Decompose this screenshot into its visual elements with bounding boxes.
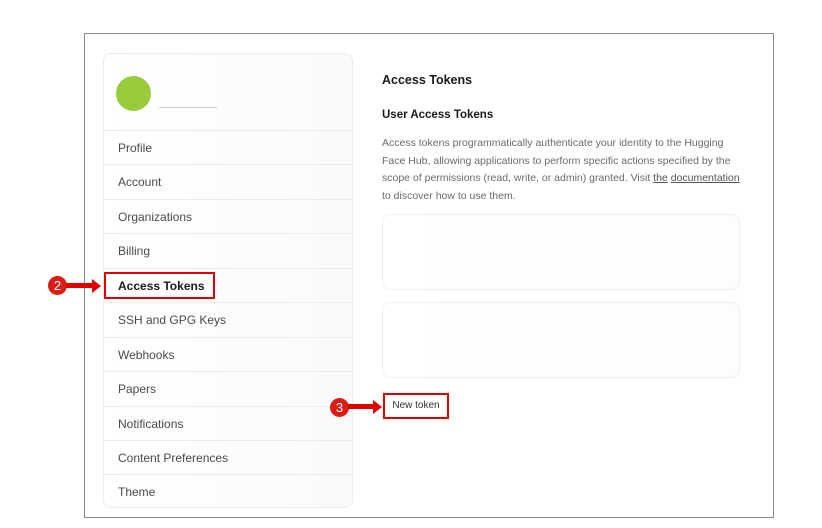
step-3-arrowhead [373,400,382,414]
sidebar-item-profile[interactable]: Profile [104,130,352,164]
token-card [382,214,740,290]
description-tail: to discover how to use them. [382,189,516,202]
step-3-arrow [348,404,374,409]
sidebar-item-account[interactable]: Account [104,164,352,198]
step-2-arrow [66,283,93,288]
sidebar-item-notifications[interactable]: Notifications [104,406,352,440]
sidebar-item-theme[interactable]: Theme [104,474,352,507]
docs-link-documentation[interactable]: documentation [671,172,740,184]
token-card [382,302,740,378]
access-tokens-highlight [104,272,215,299]
tokens-description: Access tokens programmatically authentic… [382,135,742,205]
avatar[interactable] [116,76,151,111]
sidebar-item-papers[interactable]: Papers [104,371,352,405]
username-placeholder [159,107,217,108]
step-2-arrowhead [92,279,101,293]
sidebar-item-organizations[interactable]: Organizations [104,199,352,233]
docs-link-the[interactable]: the [653,172,668,184]
sidebar-item-webhooks[interactable]: Webhooks [104,337,352,371]
step-2-marker: 2 [48,276,67,295]
profile-header [104,54,352,130]
sidebar-item-content-preferences[interactable]: Content Preferences [104,440,352,474]
sidebar-item-ssh-gpg-keys[interactable]: SSH and GPG Keys [104,302,352,336]
section-title: User Access Tokens [382,109,494,121]
step-3-marker: 3 [330,398,349,417]
new-token-button[interactable]: New token [386,396,446,416]
sidebar-item-billing[interactable]: Billing [104,233,352,267]
page-title: Access Tokens [382,73,473,87]
